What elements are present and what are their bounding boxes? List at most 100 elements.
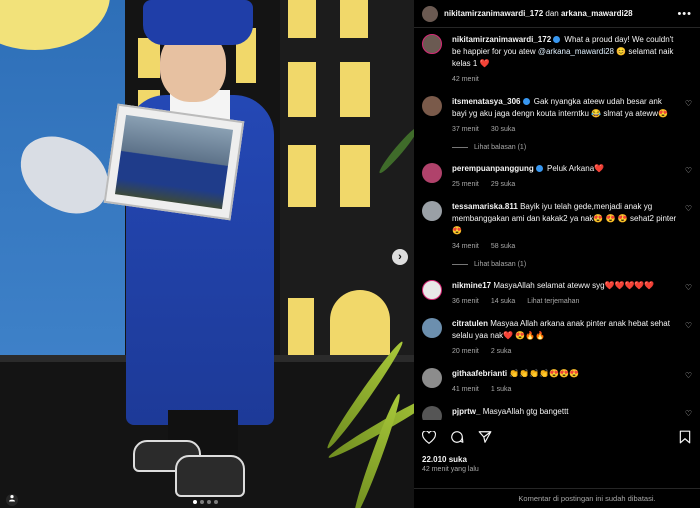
post-authors: nikitamirzanimawardi_172 dan arkana_mawa…: [444, 9, 633, 18]
like-heart-icon[interactable]: [422, 430, 436, 444]
like-comment-heart-icon[interactable]: ♡: [685, 321, 692, 330]
view-replies-label: Lihat balasan (1): [474, 144, 527, 151]
like-comment-heart-icon[interactable]: ♡: [685, 166, 692, 175]
caption-avatar[interactable]: [422, 34, 442, 54]
comment-body: pjprtw_ MasyaAllah gtg bangettt: [452, 406, 569, 420]
photo-frame-picture: [114, 114, 234, 210]
comment-likes[interactable]: 2 suka: [491, 348, 512, 355]
comment-body: githaafebrianti 👏👏👏👏😍😍😍 41 menit 1 suka: [452, 368, 579, 396]
comment-avatar[interactable]: [422, 318, 442, 338]
comment-body: nikmine17 MasyaAllah selamat ateww syg❤️…: [452, 280, 654, 308]
verified-badge-icon: [553, 36, 561, 44]
slide-dot: [214, 500, 218, 504]
post-header: nikitamirzanimawardi_172 dan arkana_mawa…: [414, 0, 700, 28]
tagged-user-icon[interactable]: [6, 494, 18, 506]
photo-window: [288, 0, 316, 38]
photo-shoe: [175, 455, 245, 497]
caption: nikitamirzanimawardi_172 What a proud da…: [414, 34, 700, 86]
comment-bubble-icon[interactable]: [450, 430, 464, 444]
comment-username[interactable]: githaafebrianti: [452, 369, 507, 378]
comment-meta: 25 menit 29 suka: [452, 179, 604, 191]
comment-likes[interactable]: 30 suka: [491, 126, 516, 133]
comment-username[interactable]: citratulen: [452, 319, 488, 328]
comment-avatar[interactable]: [422, 163, 442, 183]
comment-username[interactable]: tessamariska.811: [452, 202, 518, 211]
more-options-icon[interactable]: •••: [677, 8, 692, 20]
like-comment-heart-icon[interactable]: ♡: [685, 283, 692, 292]
comment-avatar[interactable]: [422, 406, 442, 420]
photo-window: [288, 145, 316, 207]
comment-text: 👏👏👏👏😍😍😍: [509, 369, 580, 378]
comment: githaafebrianti 👏👏👏👏😍😍😍 41 menit 1 suka …: [414, 368, 700, 396]
owner-username[interactable]: nikitamirzanimawardi_172: [444, 9, 543, 18]
comment-body: itsmenatasya_306 Gak nyangka ateew udah …: [452, 96, 678, 136]
verified-badge-icon: [522, 98, 530, 106]
see-translation-link[interactable]: Lihat terjemahan: [527, 298, 579, 305]
slide-dot: [207, 500, 211, 504]
comment-likes[interactable]: 14 suka: [491, 298, 516, 305]
comment-avatar[interactable]: [422, 368, 442, 388]
comment: tessamariska.811 Bayik iyu telah gede,me…: [414, 201, 700, 253]
like-comment-heart-icon[interactable]: ♡: [685, 204, 692, 213]
view-replies-link[interactable]: Lihat balasan (1): [452, 261, 700, 268]
comment-meta: 37 menit 30 suka: [452, 124, 678, 136]
slide-indicator: [193, 500, 218, 504]
caption-time: 42 menit: [452, 76, 479, 83]
comment-body: tessamariska.811 Bayik iyu telah gede,me…: [452, 201, 678, 253]
caption-mention[interactable]: @arkana_mawardi28: [538, 47, 614, 56]
post-side-panel: nikitamirzanimawardi_172 dan arkana_mawa…: [414, 0, 700, 508]
save-bookmark-icon[interactable]: [678, 430, 692, 444]
comments-limited-notice: Komentar di postingan ini sudah dibatasi…: [414, 488, 700, 508]
comment-time: 25 menit: [452, 181, 479, 188]
authors-joiner: dan: [545, 9, 559, 18]
next-slide-button[interactable]: ›: [392, 249, 408, 265]
comment-text: MasyaAllah selamat ateww syg❤️❤️❤️❤️❤️: [493, 281, 655, 290]
comment-username[interactable]: pjprtw_: [452, 407, 480, 416]
comment-text: MasyaAllah gtg bangettt: [482, 407, 569, 416]
comment-body: perempuanpanggung Peluk Arkana❤️ 25 meni…: [452, 163, 604, 191]
view-replies-link[interactable]: Lihat balasan (1): [452, 144, 700, 151]
comment-likes[interactable]: 29 suka: [491, 181, 516, 188]
share-paper-plane-icon[interactable]: [478, 430, 492, 444]
comment-meta: 34 menit 58 suka: [452, 241, 678, 253]
collaborator-username[interactable]: arkana_mawardi28: [561, 9, 633, 18]
comment-username[interactable]: itsmenatasya_306: [452, 97, 521, 106]
comment-meta: 20 menit 2 suka: [452, 346, 678, 358]
comment-meta: 36 menit 14 suka Lihat terjemahan: [452, 296, 654, 308]
comment-likes[interactable]: 58 suka: [491, 243, 516, 250]
slide-dot-active: [193, 500, 197, 504]
comment-time: 41 menit: [452, 386, 479, 393]
caption-username[interactable]: nikitamirzanimawardi_172: [452, 35, 551, 44]
like-comment-heart-icon[interactable]: ♡: [685, 99, 692, 108]
comment-username[interactable]: nikmine17: [452, 281, 491, 290]
photo-picture-frame: [103, 103, 245, 221]
caption-meta: 42 menit: [452, 74, 678, 86]
like-comment-heart-icon[interactable]: ♡: [685, 409, 692, 418]
comment-time: 37 menit: [452, 126, 479, 133]
post-photo[interactable]: ›: [0, 0, 414, 508]
verified-badge-icon: [535, 165, 543, 173]
likes-count[interactable]: 22.010 suka: [422, 455, 467, 464]
slide-dot: [200, 500, 204, 504]
comment-meta: 41 menit 1 suka: [452, 384, 579, 396]
view-replies-label: Lihat balasan (1): [474, 261, 527, 268]
owner-avatar[interactable]: [422, 5, 438, 22]
comment-time: 20 menit: [452, 348, 479, 355]
caption-body: nikitamirzanimawardi_172 What a proud da…: [452, 34, 678, 86]
comment: citratulen Masyaa Allah arkana anak pint…: [414, 318, 700, 358]
comment-avatar[interactable]: [422, 201, 442, 221]
comment: nikmine17 MasyaAllah selamat ateww syg❤️…: [414, 280, 700, 308]
comment-avatar[interactable]: [422, 280, 442, 300]
comment-time: 34 menit: [452, 243, 479, 250]
photo-graduation-cap: [143, 0, 253, 45]
comment-avatar[interactable]: [422, 96, 442, 116]
comment-time: 36 menit: [452, 298, 479, 305]
like-comment-heart-icon[interactable]: ♡: [685, 371, 692, 380]
photo-window: [340, 62, 370, 117]
post-actions: [422, 428, 692, 446]
comment: pjprtw_ MasyaAllah gtg bangettt ♡: [414, 406, 700, 420]
comment-likes[interactable]: 1 suka: [491, 386, 512, 393]
comment-username[interactable]: perempuanpanggung: [452, 164, 534, 173]
comment: itsmenatasya_306 Gak nyangka ateew udah …: [414, 96, 700, 136]
comments-list[interactable]: nikitamirzanimawardi_172 What a proud da…: [414, 34, 700, 420]
